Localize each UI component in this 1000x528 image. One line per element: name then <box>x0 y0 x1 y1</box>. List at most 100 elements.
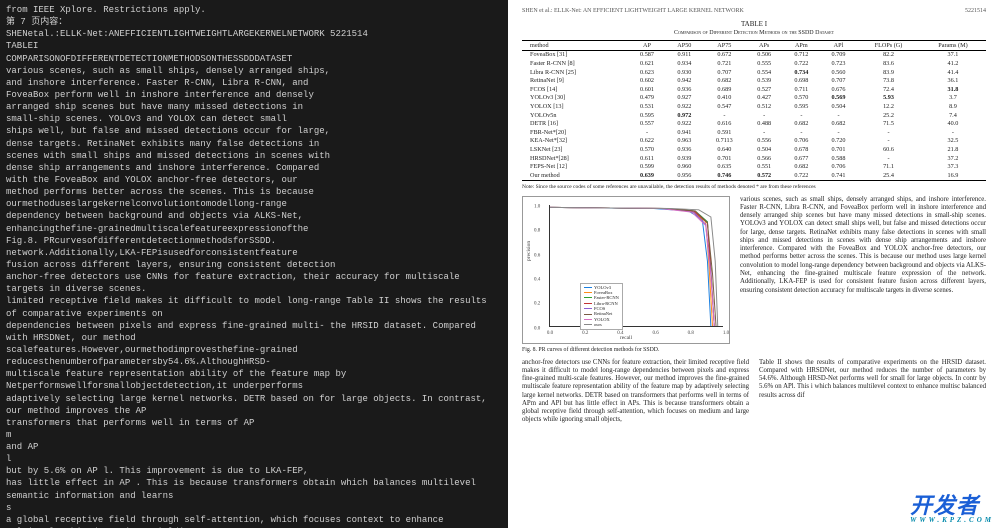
table-row: RetinaNet [9]0.6020.9420.6820.5390.6980.… <box>522 76 986 85</box>
col-header: FLOPs (G) <box>857 41 920 51</box>
table-row: YOLOv5n0.5950.972----25.27.4 <box>522 111 986 120</box>
cell: 0.531 <box>628 102 665 111</box>
cell: - <box>857 128 920 137</box>
cell: 0.723 <box>820 59 857 68</box>
table-row: Faster R-CNN [8]0.6210.9340.7210.5550.72… <box>522 59 986 68</box>
cell: - <box>703 111 746 120</box>
cell: 0.721 <box>703 59 746 68</box>
cell: 60.6 <box>857 145 920 154</box>
cell: 41.4 <box>920 68 986 77</box>
cell: 0.707 <box>820 76 857 85</box>
table-row: FCOS [14]0.6010.9360.6890.5270.7110.6767… <box>522 85 986 94</box>
cell: 0.622 <box>628 137 665 146</box>
cell: 0.711 <box>783 85 820 94</box>
cell: 37.2 <box>920 154 986 163</box>
cell: 0.741 <box>820 171 857 180</box>
cell: 0.709 <box>820 50 857 59</box>
cell: 0.621 <box>628 59 665 68</box>
cell: 0.570 <box>783 94 820 103</box>
table-note: Note: Since the source codes of some ref… <box>522 184 986 190</box>
watermark-text: 开发者 <box>910 493 979 518</box>
cell: 0.972 <box>666 111 704 120</box>
cell: - <box>820 128 857 137</box>
cell: 37.3 <box>920 162 986 171</box>
cell: 0.707 <box>703 68 746 77</box>
cell: 0.410 <box>703 94 746 103</box>
cell: 7.4 <box>920 111 986 120</box>
cell: Faster R-CNN [8] <box>522 59 628 68</box>
cell: 0.706 <box>783 137 820 146</box>
cell: 0.746 <box>703 171 746 180</box>
cell: DETR [16] <box>522 119 628 128</box>
paper-page: SHEN et al.: ELLK-Net: AN EFFICIENT LIGH… <box>508 0 1000 528</box>
pr-chart: precision recall YOLOv3FoveaBoxFaster-RC… <box>522 196 730 344</box>
cell: 0.676 <box>820 85 857 94</box>
cell: 37.1 <box>920 50 986 59</box>
cell: 0.557 <box>628 119 665 128</box>
cell: 0.556 <box>746 137 783 146</box>
cell: 73.8 <box>857 76 920 85</box>
cell: 0.936 <box>666 85 704 94</box>
cell: 0.942 <box>666 76 704 85</box>
table-row: KEA-Net*[32]0.6220.9630.71130.5560.7060.… <box>522 137 986 146</box>
cell: 0.479 <box>628 94 665 103</box>
cell: 0.682 <box>783 162 820 171</box>
table-row: Libra R-CNN [25]0.6230.9300.7070.5540.73… <box>522 68 986 77</box>
cell: 0.635 <box>703 162 746 171</box>
cell: 25.4 <box>857 171 920 180</box>
cell: 0.591 <box>703 128 746 137</box>
cell: 71.1 <box>857 162 920 171</box>
cell: - <box>746 128 783 137</box>
col-header: AP50 <box>666 41 704 51</box>
cell: 0.595 <box>628 111 665 120</box>
cell: KEA-Net*[32] <box>522 137 628 146</box>
table-row: LSKNet [23]0.5700.9360.6400.5040.6780.70… <box>522 145 986 154</box>
cell: 0.712 <box>783 50 820 59</box>
right-column-text: various scenes, such as small ships, den… <box>740 196 986 353</box>
cell: 0.677 <box>783 154 820 163</box>
cell: HRSDNet*[28] <box>522 154 628 163</box>
cell: 36.1 <box>920 76 986 85</box>
cell: FoveaBox [31] <box>522 50 628 59</box>
cell: 40.0 <box>920 119 986 128</box>
table-number: TABLE I <box>522 20 986 28</box>
cell: 0.956 <box>666 171 704 180</box>
cell: 0.570 <box>628 145 665 154</box>
table-row: FoveaBox [31]0.5870.9110.6720.5060.7120.… <box>522 50 986 59</box>
cell: 0.672 <box>703 50 746 59</box>
cell: 0.701 <box>703 154 746 163</box>
cell: 0.689 <box>703 85 746 94</box>
cell: 0.595 <box>783 102 820 111</box>
table-row: YOLOX [13]0.5310.9220.5470.5120.5950.504… <box>522 102 986 111</box>
cell: 83.6 <box>857 59 920 68</box>
cell: 0.639 <box>628 171 665 180</box>
cell: Libra R-CNN [25] <box>522 68 628 77</box>
cell: 0.7113 <box>703 137 746 146</box>
cell: - <box>820 111 857 120</box>
cell: 0.555 <box>746 59 783 68</box>
col-header: APs <box>746 41 783 51</box>
cell: 0.554 <box>746 68 783 77</box>
cell: YOLOv5n <box>522 111 628 120</box>
cell: 0.504 <box>746 145 783 154</box>
table-row: FEPS-Net [12]0.5990.9600.6350.5510.6820.… <box>522 162 986 171</box>
cell: - <box>783 111 820 120</box>
cell: 0.682 <box>703 76 746 85</box>
cell: - <box>857 137 920 146</box>
cell: 0.960 <box>666 162 704 171</box>
cell: - <box>783 128 820 137</box>
cell: 0.611 <box>628 154 665 163</box>
cell: - <box>746 111 783 120</box>
cell: 0.623 <box>628 68 665 77</box>
cell: LSKNet [23] <box>522 145 628 154</box>
cell: - <box>857 154 920 163</box>
cell: 0.701 <box>820 145 857 154</box>
cell: 0.678 <box>783 145 820 154</box>
cell: 21.8 <box>920 145 986 154</box>
cell: 71.5 <box>857 119 920 128</box>
cell: 0.527 <box>746 85 783 94</box>
cell: 0.927 <box>666 94 704 103</box>
cell: 0.560 <box>820 68 857 77</box>
cell: 3.7 <box>920 94 986 103</box>
cell: 5.93 <box>857 94 920 103</box>
